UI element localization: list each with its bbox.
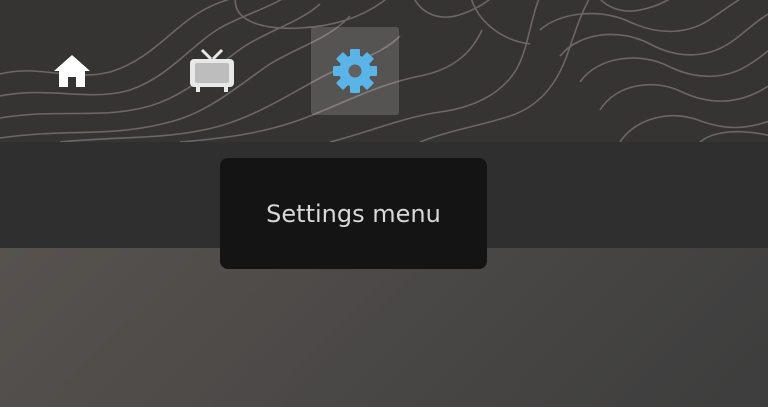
nav-settings-button[interactable] <box>311 27 399 115</box>
tv-icon <box>190 48 234 92</box>
nav-tv-button[interactable] <box>168 27 256 115</box>
settings-tooltip: Settings menu <box>220 158 487 269</box>
nav-home-button[interactable] <box>28 27 116 115</box>
tv-home-screen: Settings menu <box>0 0 768 407</box>
home-icon <box>54 55 90 87</box>
gear-icon <box>333 49 377 93</box>
tooltip-text: Settings menu <box>266 199 441 228</box>
top-navigation-bar <box>0 0 768 142</box>
content-area <box>0 248 768 407</box>
